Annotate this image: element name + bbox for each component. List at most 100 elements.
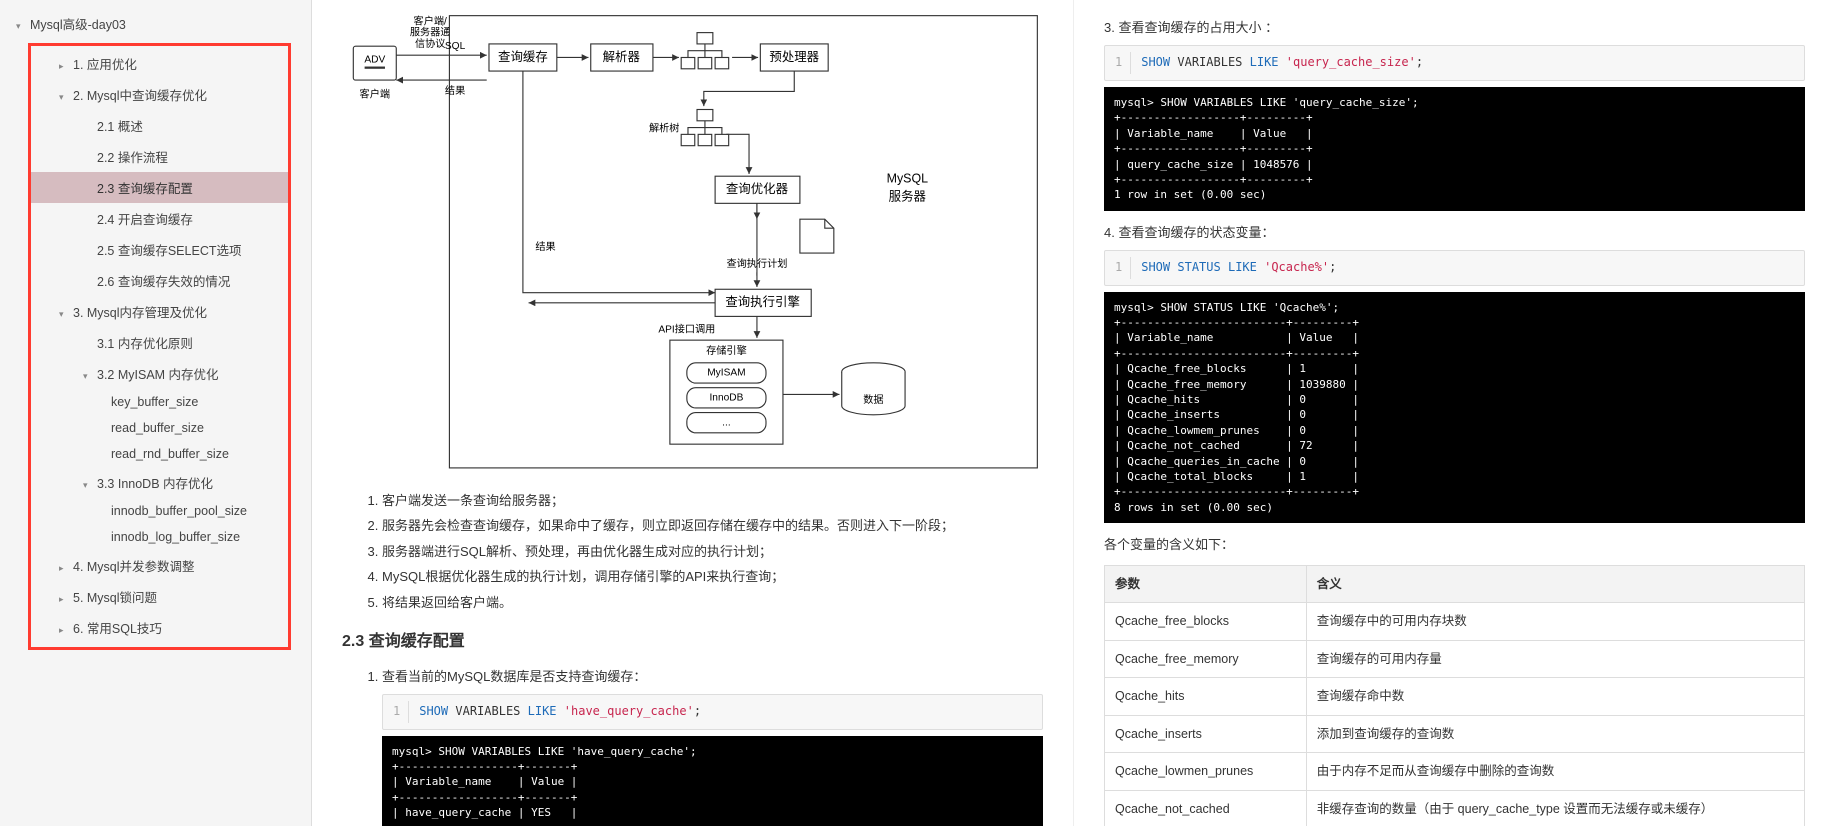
tree-item-4[interactable]: 2.3 查询缓存配置	[31, 172, 288, 203]
column-right: 3. 查看查询缓存的占用大小 ： 1SHOW VARIABLES LIKE 'q…	[1074, 0, 1835, 826]
svg-text:查询缓存: 查询缓存	[498, 50, 548, 64]
param-name: Qcache_inserts	[1105, 715, 1307, 753]
svg-text:存储引擎: 存储引擎	[706, 344, 747, 357]
flow-step-3: 服务器端进行SQL解析、预处理，再由优化器生成对应的执行计划；	[382, 540, 1043, 563]
caret-icon	[59, 625, 69, 636]
tree-item-label: 1. 应用优化	[73, 58, 137, 72]
caret-icon	[83, 371, 93, 382]
tree-item-12[interactable]: read_buffer_size	[31, 415, 288, 441]
tree-item-11[interactable]: key_buffer_size	[31, 389, 288, 415]
svg-text:解析树: 解析树	[649, 121, 679, 134]
svg-text:客户端: 客户端	[360, 87, 390, 100]
column-left: .bx{fill:#fff;stroke:#333;stroke-width:1…	[312, 0, 1074, 826]
svg-text:InnoDB: InnoDB	[709, 392, 743, 403]
tree-item-17[interactable]: 4. Mysql并发参数调整	[31, 550, 288, 581]
table-row: Qcache_free_memory查询缓存的可用内存量	[1105, 640, 1805, 678]
tree-title-label: Mysql高级-day03	[30, 18, 126, 32]
th-param: 参数	[1105, 565, 1307, 603]
caret-icon	[59, 594, 69, 605]
caret-icon	[59, 309, 69, 320]
svg-text:API接口调用: API接口调用	[658, 323, 715, 336]
svg-text:SQL: SQL	[445, 41, 466, 52]
caret-icon	[59, 563, 69, 574]
tree-item-10[interactable]: 3.2 MyISAM 内存优化	[31, 358, 288, 389]
param-name: Qcache_not_cached	[1105, 790, 1307, 826]
param-desc: 查询缓存的可用内存量	[1306, 640, 1804, 678]
caret-icon	[83, 480, 93, 491]
code-block-1: 1SHOW VARIABLES LIKE 'have_query_cache';	[382, 694, 1043, 730]
tree-item-label: read_buffer_size	[111, 421, 204, 435]
flow-steps-list: 客户端发送一条查询给服务器；服务器先会检查查询缓存，如果命中了缓存，则立即返回存…	[342, 489, 1043, 614]
tree-item-7[interactable]: 2.6 查询缓存失效的情况	[31, 265, 288, 296]
tree-item-label: 2.5 查询缓存SELECT选项	[97, 244, 241, 258]
tree-item-16[interactable]: innodb_log_buffer_size	[31, 524, 288, 550]
table-row: Qcache_not_cached非缓存查询的数量（由于 query_cache…	[1105, 790, 1805, 826]
table-row: Qcache_hits查询缓存命中数	[1105, 678, 1805, 716]
tree-item-label: 2.1 概述	[97, 120, 143, 134]
config-step-1: 查看当前的MySQL数据库是否支持查询缓存： 1SHOW VARIABLES L…	[382, 665, 1043, 826]
tree-item-15[interactable]: innodb_buffer_pool_size	[31, 498, 288, 524]
param-name: Qcache_lowmen_prunes	[1105, 753, 1307, 791]
mysql-flow-diagram: .bx{fill:#fff;stroke:#333;stroke-width:1…	[342, 10, 1043, 474]
svg-text:预处理器: 预处理器	[769, 50, 819, 64]
param-name: Qcache_free_memory	[1105, 640, 1307, 678]
param-name: Qcache_hits	[1105, 678, 1307, 716]
code-block-4: 1SHOW STATUS LIKE 'Qcache%';	[1104, 250, 1805, 286]
table-row: Qcache_inserts添加到查询缓存的查询数	[1105, 715, 1805, 753]
tree-item-label: 5. Mysql锁问题	[73, 591, 157, 605]
section-2-3-heading: 2.3 查询缓存配置	[342, 628, 1043, 657]
tree-item-9[interactable]: 3.1 内存优化原则	[31, 327, 288, 358]
tree-item-5[interactable]: 2.4 开启查询缓存	[31, 203, 288, 234]
tree-item-2[interactable]: 2.1 概述	[31, 110, 288, 141]
svg-text:查询执行引擎: 查询执行引擎	[725, 294, 800, 309]
param-desc: 查询缓存中的可用内存块数	[1306, 603, 1804, 641]
svg-text:数据: 数据	[863, 393, 883, 406]
tree-item-label: 3.1 内存优化原则	[97, 337, 193, 351]
highlight-selection-box: 1. 应用优化 2. Mysql中查询缓存优化 2.1 概述 2.2 操作流程 2.3 …	[28, 43, 291, 650]
tree-item-label: 3. Mysql内存管理及优化	[73, 306, 207, 320]
tree-item-label: key_buffer_size	[111, 395, 198, 409]
tree-item-14[interactable]: 3.3 InnoDB 内存优化	[31, 467, 288, 498]
caret-icon	[59, 92, 69, 103]
tree-title[interactable]: Mysql高级-day03	[12, 8, 299, 39]
svg-text:ADV: ADV	[364, 54, 385, 65]
tree-item-18[interactable]: 5. Mysql锁问题	[31, 581, 288, 612]
config-step-1-text: 查看当前的MySQL数据库是否支持查询缓存：	[382, 669, 646, 684]
param-desc: 非缓存查询的数量（由于 query_cache_type 设置而无法缓存或未缓存…	[1306, 790, 1804, 826]
config-steps: 查看当前的MySQL数据库是否支持查询缓存： 1SHOW VARIABLES L…	[342, 665, 1043, 826]
tree-item-8[interactable]: 3. Mysql内存管理及优化	[31, 296, 288, 327]
tree-item-label: 2.4 开启查询缓存	[97, 213, 193, 227]
tree-item-13[interactable]: read_rnd_buffer_size	[31, 441, 288, 467]
tree-item-label: 4. Mysql并发参数调整	[73, 560, 195, 574]
param-desc: 由于内存不足而从查询缓存中删除的查询数	[1306, 753, 1804, 791]
table-row: Qcache_lowmen_prunes由于内存不足而从查询缓存中删除的查询数	[1105, 753, 1805, 791]
step-3-label: 3. 查看查询缓存的占用大小 ：	[1104, 16, 1805, 39]
table-intro: 各个变量的含义如下：	[1104, 533, 1805, 556]
svg-text:结果: 结果	[445, 84, 465, 97]
tree-item-label: 2. Mysql中查询缓存优化	[73, 89, 207, 103]
tree-item-label: 2.6 查询缓存失效的情况	[97, 275, 230, 289]
tree-item-19[interactable]: 6. 常用SQL技巧	[31, 612, 288, 643]
svg-text:查询优化器: 查询优化器	[726, 182, 789, 196]
tree-item-0[interactable]: 1. 应用优化	[31, 48, 288, 79]
terminal-output-4: mysql> SHOW STATUS LIKE 'Qcache%'; +----…	[1104, 292, 1805, 523]
tree-item-1[interactable]: 2. Mysql中查询缓存优化	[31, 79, 288, 110]
step-4-label: 4. 查看查询缓存的状态变量：	[1104, 221, 1805, 244]
tree-item-label: 3.2 MyISAM 内存优化	[97, 368, 219, 382]
flow-step-4: MySQL根据优化器生成的执行计划，调用存储引擎的API来执行查询；	[382, 565, 1043, 588]
tree-item-label: 3.3 InnoDB 内存优化	[97, 477, 213, 491]
content: .bx{fill:#fff;stroke:#333;stroke-width:1…	[312, 0, 1835, 826]
terminal-output-3: mysql> SHOW VARIABLES LIKE 'query_cache_…	[1104, 87, 1805, 211]
tree-item-3[interactable]: 2.2 操作流程	[31, 141, 288, 172]
svg-text:解析器: 解析器	[603, 50, 641, 64]
param-name: Qcache_free_blocks	[1105, 603, 1307, 641]
terminal-output-1: mysql> SHOW VARIABLES LIKE 'have_query_c…	[382, 736, 1043, 826]
th-meaning: 含义	[1306, 565, 1804, 603]
caret-icon	[59, 61, 69, 72]
tree-item-6[interactable]: 2.5 查询缓存SELECT选项	[31, 234, 288, 265]
sidebar: Mysql高级-day03 1. 应用优化 2. Mysql中查询缓存优化 2.1 …	[0, 0, 312, 826]
flow-step-1: 客户端发送一条查询给服务器；	[382, 489, 1043, 512]
tree-item-label: 2.2 操作流程	[97, 151, 168, 165]
tree-item-label: 2.3 查询缓存配置	[97, 182, 193, 196]
table-row: Qcache_free_blocks查询缓存中的可用内存块数	[1105, 603, 1805, 641]
